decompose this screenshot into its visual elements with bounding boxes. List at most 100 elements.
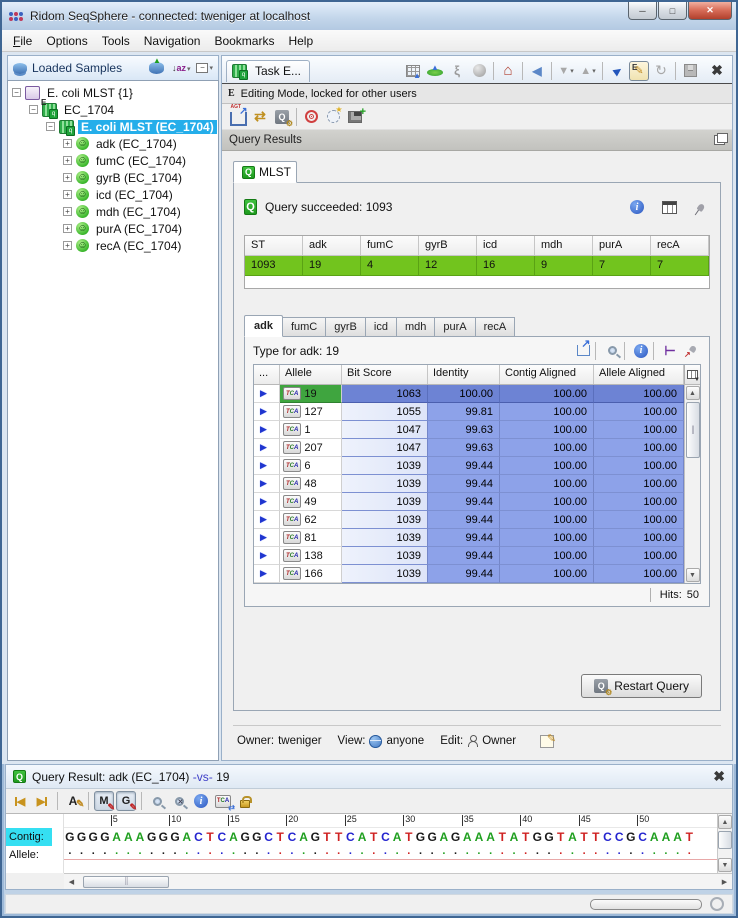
- allele-cell[interactable]: TCA207: [280, 439, 342, 457]
- table-row[interactable]: ▶TCA48103999.44100.00100.00: [254, 475, 684, 493]
- result-table-icon[interactable]: [660, 199, 678, 215]
- collapse-all-icon[interactable]: −: [196, 63, 208, 73]
- sequence-chip-icon[interactable]: TCA: [283, 567, 301, 580]
- tree-item[interactable]: +☺adk (EC_1704): [8, 135, 218, 152]
- tree-item-label[interactable]: E. coli MLST {1}: [44, 86, 136, 100]
- st-column-header[interactable]: ST: [245, 236, 303, 256]
- expand-icon[interactable]: +: [63, 207, 72, 216]
- title-bar[interactable]: Ridom SeqSphere - connected: tweniger at…: [2, 2, 736, 30]
- tree-item-label[interactable]: adk (EC_1704): [93, 137, 180, 151]
- back-icon[interactable]: ◀: [527, 61, 547, 81]
- goto-arrow-icon[interactable]: ▶: [260, 388, 267, 399]
- st-column-header[interactable]: gyrB: [419, 236, 477, 256]
- column-header-allele-aligned[interactable]: Allele Aligned: [594, 365, 684, 384]
- table-row[interactable]: ▶TCA81103999.44100.00100.00: [254, 529, 684, 547]
- allele-cell[interactable]: TCA48: [280, 475, 342, 493]
- tree-item-label[interactable]: purA (EC_1704): [93, 222, 185, 236]
- query-info-icon[interactable]: i: [628, 199, 646, 215]
- tree-item-label[interactable]: gyrB (EC_1704): [93, 171, 185, 185]
- column-header-bit-score[interactable]: Bit Score: [342, 365, 428, 384]
- edit-permissions-icon[interactable]: [540, 735, 554, 748]
- sequence-chip-icon[interactable]: TCA: [283, 495, 301, 508]
- row-arrow-cell[interactable]: ▶: [254, 547, 280, 565]
- home-icon[interactable]: ⌂: [498, 61, 518, 81]
- tab-mlst[interactable]: Q MLST: [233, 161, 297, 183]
- gap-highlight-button[interactable]: G: [116, 792, 136, 811]
- row-arrow-cell[interactable]: ▶: [254, 475, 280, 493]
- row-arrow-cell[interactable]: ▶: [254, 565, 280, 583]
- tree-item-label[interactable]: recA (EC_1704): [93, 239, 184, 253]
- expand-icon[interactable]: +: [63, 139, 72, 148]
- allele-cell[interactable]: TCA127: [280, 403, 342, 421]
- tree-item[interactable]: +☺purA (EC_1704): [8, 220, 218, 237]
- alignment-hscrollbar[interactable]: ◀ ║ ▶: [64, 873, 732, 889]
- submit-antenna-icon[interactable]: [425, 61, 445, 81]
- menu-file[interactable]: File: [6, 32, 39, 50]
- goto-arrow-icon[interactable]: ▶: [260, 496, 267, 507]
- next-diff-icon[interactable]: ▶: [32, 792, 52, 811]
- query-settings-icon[interactable]: Q: [272, 107, 292, 127]
- reprocess-icon[interactable]: ⇄: [250, 107, 270, 127]
- mutation-highlight-button[interactable]: M: [94, 792, 114, 811]
- sequence-chip-icon[interactable]: TCA: [283, 459, 301, 472]
- tree-item-label[interactable]: EC_1704: [61, 103, 117, 117]
- allele-cell[interactable]: TCA138: [280, 547, 342, 565]
- export-alignment-icon[interactable]: [574, 342, 592, 360]
- next-down-icon[interactable]: ▼▾: [556, 61, 576, 81]
- export-sequences-icon[interactable]: [228, 107, 248, 127]
- column-header-dots[interactable]: ...: [254, 365, 280, 384]
- magnifier-icon[interactable]: [603, 342, 621, 360]
- row-arrow-cell[interactable]: ▶: [254, 457, 280, 475]
- tree-item[interactable]: − EC_1704: [8, 101, 218, 118]
- alignment-vscrollbar[interactable]: ▲ ▼: [717, 814, 732, 873]
- scroll-down-icon[interactable]: ▼: [686, 568, 700, 582]
- goto-arrow-icon[interactable]: ▶: [260, 514, 267, 525]
- goto-arrow-icon[interactable]: ▶: [260, 442, 267, 453]
- sequence-chip-icon[interactable]: TCA: [283, 423, 301, 436]
- hscroll-right-icon[interactable]: ▶: [717, 875, 732, 889]
- allele-cell[interactable]: TCA62: [280, 511, 342, 529]
- tree-item[interactable]: +☺mdh (EC_1704): [8, 203, 218, 220]
- pin-result-icon[interactable]: [692, 199, 710, 215]
- goto-arrow-icon[interactable]: ▶: [260, 424, 267, 435]
- hscroll-left-icon[interactable]: ◀: [64, 875, 79, 889]
- menu-tools[interactable]: Tools: [95, 32, 137, 50]
- expand-icon[interactable]: +: [63, 224, 72, 233]
- allele-cell[interactable]: TCA49: [280, 493, 342, 511]
- zoom-reset-icon[interactable]: [169, 792, 189, 811]
- align-scroll-down-icon[interactable]: ▼: [718, 858, 732, 872]
- prev-diff-icon[interactable]: ◀: [10, 792, 30, 811]
- zoom-in-icon[interactable]: [147, 792, 167, 811]
- table-row[interactable]: ▶TCA127105599.81100.00100.00: [254, 403, 684, 421]
- save-icon[interactable]: [680, 61, 700, 81]
- copy-sequence-icon[interactable]: TCA: [213, 792, 233, 811]
- new-circle-icon[interactable]: [323, 107, 343, 127]
- sequence-chip-icon[interactable]: TCA: [283, 387, 301, 400]
- collapse-icon[interactable]: −: [46, 122, 55, 131]
- collapse-icon[interactable]: −: [12, 88, 21, 97]
- sequence-chip-icon[interactable]: TCA: [283, 405, 301, 418]
- table-row[interactable]: ▶TCA62103999.44100.00100.00: [254, 511, 684, 529]
- table-row[interactable]: ▶TCA191063100.00100.00100.00: [254, 385, 684, 403]
- expand-icon[interactable]: +: [63, 241, 72, 250]
- table-row[interactable]: ▶TCA49103999.44100.00100.00: [254, 493, 684, 511]
- expand-icon[interactable]: +: [63, 173, 72, 182]
- row-arrow-cell[interactable]: ▶: [254, 439, 280, 457]
- st-column-header[interactable]: mdh: [535, 236, 593, 256]
- row-arrow-cell[interactable]: ▶: [254, 529, 280, 547]
- close-alignment-icon[interactable]: ✖: [713, 768, 725, 785]
- add-chart-icon[interactable]: [345, 107, 365, 127]
- refresh-icon[interactable]: ↻: [651, 61, 671, 81]
- collapse-dropdown-icon[interactable]: ▾: [209, 64, 213, 72]
- allele-info-icon[interactable]: i: [632, 342, 650, 360]
- maximize-button[interactable]: □: [658, 2, 687, 20]
- st-column-header[interactable]: fumC: [361, 236, 419, 256]
- load-samples-icon[interactable]: ▲: [149, 62, 164, 74]
- menu-options[interactable]: Options: [39, 32, 94, 50]
- table-row[interactable]: ▶TCA6103999.44100.00100.00: [254, 457, 684, 475]
- row-arrow-cell[interactable]: ▶: [254, 511, 280, 529]
- collapse-icon[interactable]: −: [29, 105, 38, 114]
- allele-table-scrollbar[interactable]: ▲ ║ ▼: [684, 385, 700, 583]
- tree-item-label[interactable]: E. coli MLST (EC_1704): [78, 120, 217, 134]
- hscroll-thumb[interactable]: ║: [83, 876, 169, 888]
